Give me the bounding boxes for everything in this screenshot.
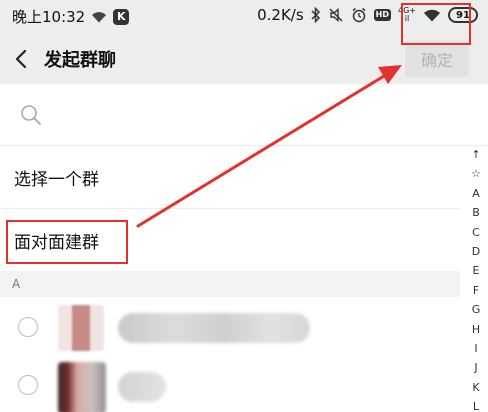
contact-row[interactable] (0, 358, 460, 412)
index-item[interactable]: G (472, 300, 481, 319)
section-letter: A (12, 277, 21, 291)
bluetooth-icon (311, 7, 321, 23)
index-item[interactable]: E (473, 261, 480, 280)
mute-icon (328, 7, 344, 23)
search-bar (0, 84, 488, 146)
avatar (58, 362, 106, 412)
status-time: 晚上10:32 (12, 8, 86, 26)
face-to-face-group-item[interactable]: 面对面建群 (0, 209, 460, 271)
chevron-left-icon[interactable] (10, 46, 34, 72)
section-header: A (0, 271, 460, 297)
network-bars: il (404, 14, 410, 23)
wifi-icon (91, 10, 107, 23)
index-item[interactable]: H (472, 320, 480, 339)
contact-name-blurred (118, 313, 310, 343)
index-item[interactable]: D (472, 242, 480, 261)
select-group-item[interactable]: 选择一个群 (0, 147, 460, 209)
k-app-icon: K (113, 8, 130, 25)
index-item[interactable]: ☆ (471, 164, 481, 183)
contact-name-blurred (118, 372, 166, 402)
search-input[interactable] (52, 100, 436, 132)
hd-icon: HD (373, 9, 391, 21)
page-title: 发起群聊 (44, 50, 116, 71)
select-radio[interactable] (18, 375, 38, 395)
index-item[interactable]: F (473, 281, 479, 300)
status-bar: 晚上10:32 K 0.2K/s HD 4G+ il 91 (0, 0, 488, 34)
index-item[interactable]: A (472, 184, 480, 203)
index-item[interactable]: L (473, 397, 479, 412)
wifi-icon (423, 8, 441, 22)
index-item[interactable]: I (474, 339, 477, 358)
battery-icon: 91 (448, 7, 478, 23)
confirm-button[interactable]: 确定 (405, 41, 469, 77)
network-speed: 0.2K/s (257, 6, 304, 24)
index-item[interactable]: B (472, 203, 480, 222)
contact-row[interactable] (0, 300, 460, 356)
index-item[interactable]: J (474, 358, 477, 377)
avatar (58, 305, 104, 351)
select-group-label: 选择一个群 (14, 170, 99, 190)
alphabet-index[interactable]: ↑ ☆ A B C D E F G H I J K L (466, 145, 486, 412)
signal-icon: 4G+ il (398, 7, 416, 23)
face-to-face-group-label: 面对面建群 (14, 232, 99, 253)
select-radio[interactable] (18, 317, 38, 337)
status-left: 晚上10:32 K (12, 6, 130, 27)
title-bar: 发起群聊 确定 (0, 34, 488, 84)
start-group-chat-screen: 晚上10:32 K 0.2K/s HD 4G+ il 91 发起群聊 确定 选择… (0, 0, 488, 412)
search-icon (20, 104, 42, 126)
status-right: 0.2K/s HD 4G+ il 91 (257, 6, 478, 24)
index-item[interactable]: ↑ (471, 145, 480, 164)
index-item[interactable]: C (472, 223, 480, 242)
index-item[interactable]: K (472, 378, 479, 397)
alarm-icon (351, 7, 367, 23)
